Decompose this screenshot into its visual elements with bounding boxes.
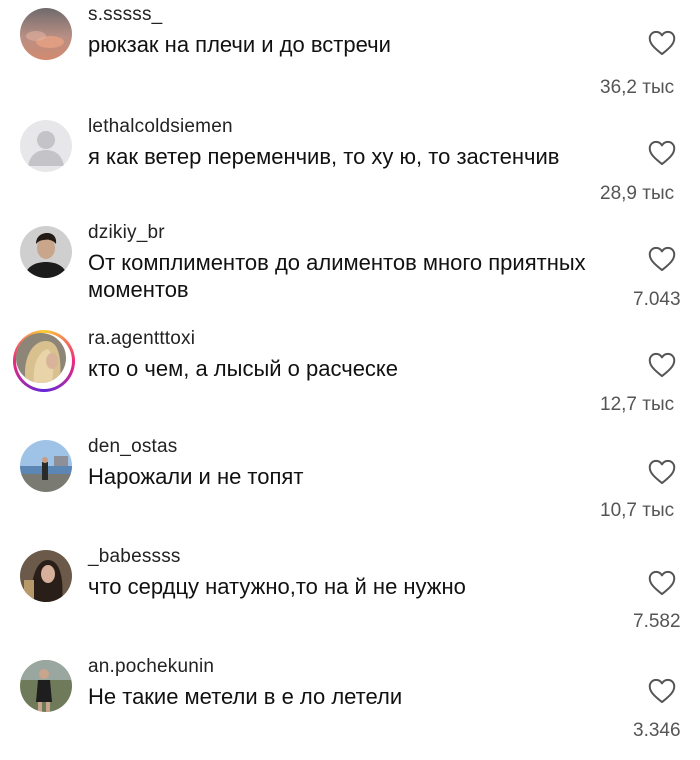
blonde-hair-avatar-image bbox=[16, 333, 66, 383]
like-count: 28,9 тыс bbox=[600, 183, 675, 204]
like-count: 12,7 тыс bbox=[600, 394, 675, 415]
comment-item: lethalcoldsiemen я как ветер переменчив,… bbox=[0, 112, 700, 220]
comment-item: an.pochekunin Не такие метели в е ло лет… bbox=[0, 652, 700, 760]
outdoor-figure-avatar-image bbox=[20, 660, 72, 712]
username[interactable]: den_ostas bbox=[88, 436, 177, 458]
sunset-avatar-image bbox=[20, 8, 72, 60]
comment-text: я как ветер переменчив, то ху ю, то заст… bbox=[88, 144, 560, 169]
comment-text: Нарожали и не топят bbox=[88, 464, 304, 489]
seaside-avatar-image bbox=[20, 440, 72, 492]
comment-text: Не такие метели в е ло летели bbox=[88, 684, 403, 709]
comment-item: dzikiy_br От комплиментов до алиментов м… bbox=[0, 218, 700, 326]
like-count: 36,2 тыс bbox=[600, 77, 675, 98]
heart-outline-icon[interactable] bbox=[648, 570, 676, 596]
avatar[interactable] bbox=[20, 226, 72, 278]
heart-outline-icon[interactable] bbox=[648, 352, 676, 378]
like-count: 7.043 bbox=[633, 289, 681, 310]
heart-outline-icon[interactable] bbox=[648, 30, 676, 56]
comment-item: s.sssss_ рюкзак на плечи и до встречи 36… bbox=[0, 0, 700, 108]
comment-text: кто о чем, а лысый о расческе bbox=[88, 356, 399, 381]
comment-text: От комплиментов до алиментов много прият… bbox=[88, 250, 586, 302]
username[interactable]: _babessss bbox=[88, 546, 181, 568]
woman-portrait-avatar-image bbox=[20, 550, 72, 602]
comment-text: рюкзак на плечи и до встречи bbox=[88, 32, 391, 57]
heart-outline-icon[interactable] bbox=[648, 140, 676, 166]
username[interactable]: an.pochekunin bbox=[88, 656, 214, 678]
avatar[interactable] bbox=[20, 8, 72, 60]
username[interactable]: dzikiy_br bbox=[88, 222, 165, 244]
like-count: 10,7 тыс bbox=[600, 500, 675, 521]
comment-list: s.sssss_ рюкзак на плечи и до встречи 36… bbox=[0, 0, 700, 758]
heart-outline-icon[interactable] bbox=[648, 678, 676, 704]
comment-item: _babessss что сердцу натужно,то на й не … bbox=[0, 542, 700, 650]
username[interactable]: ra.agentttoxi bbox=[88, 328, 195, 350]
avatar bbox=[16, 333, 66, 383]
avatar[interactable] bbox=[20, 550, 72, 602]
story-ring-avatar[interactable] bbox=[13, 330, 75, 392]
comment-item: ra.agentttoxi кто о чем, а лысый о расче… bbox=[0, 324, 700, 432]
man-portrait-avatar-image bbox=[20, 226, 72, 278]
like-count: 7.582 bbox=[633, 611, 681, 632]
avatar[interactable] bbox=[20, 120, 72, 172]
comment-item: den_ostas Нарожали и не топят 10,7 тыс bbox=[0, 432, 700, 540]
comment-text: что сердцу натужно,то на й не нужно bbox=[88, 574, 466, 599]
heart-outline-icon[interactable] bbox=[648, 246, 676, 272]
heart-outline-icon[interactable] bbox=[648, 459, 676, 485]
username[interactable]: lethalcoldsiemen bbox=[88, 116, 233, 138]
avatar[interactable] bbox=[20, 440, 72, 492]
default-avatar-image bbox=[20, 120, 72, 172]
username[interactable]: s.sssss_ bbox=[88, 4, 162, 26]
avatar[interactable] bbox=[20, 660, 72, 712]
like-count: 3.346 bbox=[633, 720, 681, 741]
